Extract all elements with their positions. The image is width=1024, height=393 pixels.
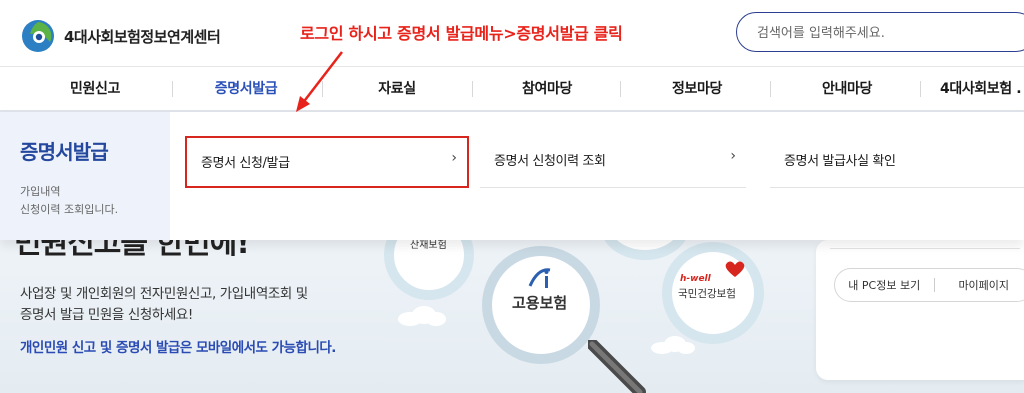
nav-divider (770, 81, 771, 97)
nav-item-complaint[interactable]: 민원신고 (64, 67, 126, 111)
nav-item-library[interactable]: 자료실 (372, 67, 422, 111)
search-input[interactable] (757, 22, 1017, 44)
annotation-arrow-icon (296, 51, 343, 112)
certificate-verify-link[interactable]: 증명서 발급사실 확인 (770, 136, 1024, 188)
nav-item-information[interactable]: 정보마당 (666, 67, 728, 111)
mega-menu-description-line2: 신청이력 조회입니다. (20, 203, 119, 216)
nav-item-certificate[interactable]: 증명서발급 (208, 67, 284, 111)
my-pc-info-button[interactable]: 내 PC정보 보기 (835, 277, 934, 293)
hero-description-line2: 증명서 발급 민원을 신청하세요! (20, 307, 193, 323)
cloud-icon (398, 306, 446, 326)
cloud-icon (651, 336, 695, 354)
nav-divider (472, 81, 473, 97)
main-navigation: 민원신고 증명서발급 자료실 참여마당 정보마당 안내마당 4대사회보험 . (0, 66, 1024, 112)
mega-menu-description: 가입내역 신청이력 조회입니다. (20, 183, 150, 219)
site-header: 4대사회보험정보연계센터 로그인 하시고 증명서 발급메뉴>증명서발급 클릭 (0, 0, 1024, 66)
chevron-right-icon: › (730, 148, 736, 164)
certificate-history-label: 증명서 신청이력 조회 (494, 154, 606, 169)
magnifier-handle-icon (588, 340, 646, 393)
industrial-insurance-label: 산재보험 (410, 240, 447, 251)
nav-item-social-insurance[interactable]: 4대사회보험 . (940, 67, 1024, 111)
heart-icon (725, 261, 745, 277)
certificate-verify-label: 증명서 발급사실 확인 (784, 154, 896, 169)
certificate-mega-menu: 증명서발급 가입내역 신청이력 조회입니다. 증명서 신청/발급 › 증명서 신… (0, 112, 1024, 240)
hero-banner: 민원신고를 한번에! 사업장 및 개인회원의 전자민원신고, 가입내역조회 및 … (0, 240, 1024, 393)
search-box[interactable] (736, 12, 1024, 52)
quick-card (816, 240, 1024, 380)
health-insurance-brand: h-well (680, 274, 711, 284)
card-divider (830, 248, 1020, 249)
logo-text: 4대사회보험정보연계센터 (64, 27, 221, 46)
nav-item-participation[interactable]: 참여마당 (516, 67, 578, 111)
nav-divider (620, 81, 621, 97)
mega-menu-intro: 증명서발급 가입내역 신청이력 조회입니다. (0, 112, 170, 240)
hero-description-line1: 사업장 및 개인회원의 전자민원신고, 가입내역조회 및 (20, 286, 308, 302)
nav-divider (920, 81, 921, 97)
chevron-right-icon: › (451, 150, 457, 166)
employment-insurance-logo-icon (528, 268, 551, 288)
employment-insurance-label: 고용보험 (512, 294, 568, 312)
nav-item-guide[interactable]: 안내마당 (816, 67, 878, 111)
mega-menu-title: 증명서발급 (20, 140, 109, 164)
certificate-apply-issue-link[interactable]: 증명서 신청/발급 › (185, 136, 469, 188)
nav-divider (172, 81, 173, 97)
site-logo[interactable]: 4대사회보험정보연계센터 (20, 18, 221, 54)
health-insurance-label: 국민건강보험 (678, 288, 736, 300)
certificate-history-link[interactable]: 증명서 신청이력 조회 › (480, 136, 746, 188)
logo-emblem-icon (22, 20, 54, 52)
mega-menu-description-line1: 가입내역 (20, 185, 61, 198)
hero-mobile-notice: 개인민원 신고 및 증명서 발급은 모바일에서도 가능합니다. (20, 340, 336, 356)
certificate-apply-issue-label: 증명서 신청/발급 (201, 156, 290, 171)
my-page-button[interactable]: 마이페이지 (935, 277, 1024, 293)
instruction-annotation: 로그인 하시고 증명서 발급메뉴>증명서발급 클릭 (300, 24, 623, 43)
hero-headline: 민원신고를 한번에! (14, 240, 250, 261)
quick-links: 내 PC정보 보기 마이페이지 (834, 268, 1024, 302)
